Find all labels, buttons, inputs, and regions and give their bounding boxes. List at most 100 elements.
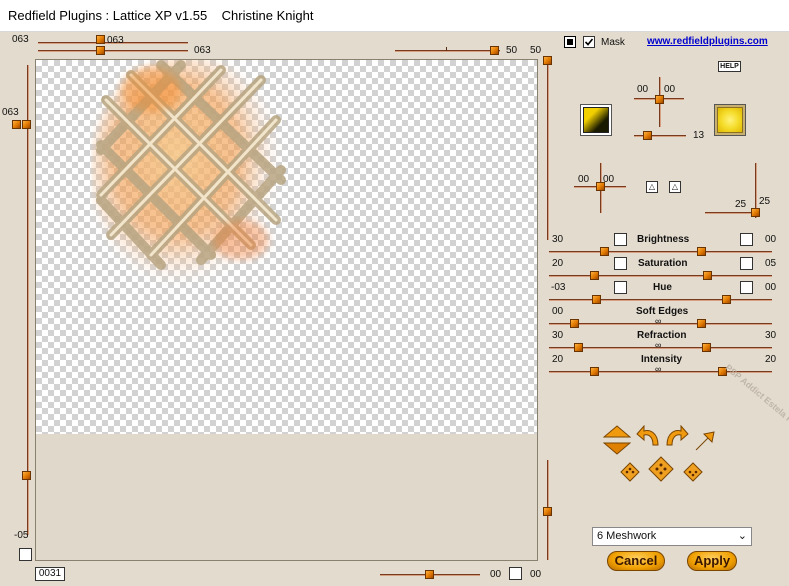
left-slider-top-value: 063 — [2, 107, 19, 118]
brightness-knob-right[interactable] — [697, 247, 706, 256]
soft-edges-knob-right[interactable] — [697, 319, 706, 328]
mask-color-swatch[interactable] — [564, 36, 576, 48]
intensity-label: Intensity — [641, 354, 683, 365]
preview-canvas[interactable] — [35, 59, 538, 561]
intensity-right-value: 20 — [765, 354, 777, 365]
saturation-right-checkbox[interactable] — [740, 257, 753, 270]
brightness-knob-left[interactable] — [600, 247, 609, 256]
right-canvas-slider-knob-top[interactable] — [543, 56, 552, 65]
triangle-up-icon[interactable]: △ — [646, 181, 658, 193]
soft-edges-label: Soft Edges — [636, 306, 689, 317]
zoom-value: 00 — [490, 569, 502, 580]
saturation-left-value: 20 — [552, 258, 564, 269]
cancel-button[interactable]: Cancel — [607, 551, 665, 571]
left-slider-knob-a[interactable] — [12, 120, 21, 129]
top-slider-value: 063 — [194, 45, 211, 56]
random-dice-large-icon[interactable] — [648, 456, 674, 482]
top-right-value-b: 50 — [530, 45, 542, 56]
intensity-link-icon[interactable]: ∞ — [655, 364, 661, 374]
saturation-left-checkbox[interactable] — [614, 257, 627, 270]
expand-arrow-icon[interactable] — [694, 430, 716, 452]
soft-edges-link-icon[interactable]: ∞ — [655, 316, 661, 326]
apply-button[interactable]: Apply — [687, 551, 737, 571]
rotate-right-icon[interactable] — [663, 425, 689, 447]
left-checkbox[interactable] — [19, 548, 32, 561]
hue-left-checkbox[interactable] — [614, 281, 627, 294]
zoom-value-b: 00 — [530, 569, 542, 580]
brightness-right-value: 00 — [765, 234, 777, 245]
left-slider-knob-b[interactable] — [22, 120, 31, 129]
bevel-value-b: 25 — [759, 196, 771, 207]
bevel-value-a: 25 — [735, 199, 747, 210]
random-dice-small-left-icon[interactable] — [620, 462, 640, 482]
refraction-left-value: 30 — [552, 330, 564, 341]
lattice-color-swatch[interactable] — [580, 104, 612, 136]
right-canvas-slider-knob-bottom[interactable] — [543, 507, 552, 516]
checkmark-icon — [584, 38, 594, 46]
top-slider-knob-1[interactable] — [96, 35, 105, 44]
intensity-left-value: 20 — [552, 354, 564, 365]
light-color-swatch[interactable] — [714, 104, 746, 136]
title-bar: Redfield Plugins : Lattice XP v1.55 Chri… — [0, 0, 789, 32]
right-canvas-slider-track-top — [547, 60, 549, 240]
brightness-left-value: 30 — [552, 234, 564, 245]
hue-left-value: -03 — [551, 282, 566, 293]
refraction-right-value: 30 — [765, 330, 777, 341]
saturation-track — [549, 275, 772, 277]
brightness-label: Brightness — [637, 234, 690, 245]
light-slider-knob[interactable] — [643, 131, 652, 140]
soft-edges-left-value: 00 — [552, 306, 564, 317]
soft-edges-knob-left[interactable] — [570, 319, 579, 328]
light-cross-top-value: 00 — [637, 84, 649, 95]
saturation-knob-right[interactable] — [703, 271, 712, 280]
refraction-link-icon[interactable]: ∞ — [655, 340, 661, 350]
triangle-up-outline-icon[interactable]: △ — [669, 181, 681, 193]
refraction-knob-left[interactable] — [574, 343, 583, 352]
saturation-knob-left[interactable] — [590, 271, 599, 280]
saturation-label: Saturation — [638, 258, 688, 269]
bevel-cross-left-value: 00 — [578, 174, 590, 185]
hue-track — [549, 299, 772, 301]
window-title: Redfield Plugins : Lattice XP v1.55 Chri… — [8, 8, 314, 23]
bevel-cross-top-value: 00 — [603, 174, 615, 185]
brightness-right-checkbox[interactable] — [740, 233, 753, 246]
light-slider-track — [634, 135, 686, 137]
top-slider-left-label: 063 — [12, 34, 29, 45]
left-slider-bottom-value: -05 — [14, 530, 29, 541]
light-cross-right-value: 00 — [664, 84, 676, 95]
top-slider-knob-2[interactable] — [96, 46, 105, 55]
help-button[interactable]: HELP — [718, 61, 741, 72]
brightness-left-checkbox[interactable] — [614, 233, 627, 246]
top-right-slider-track — [395, 50, 500, 52]
hue-right-value: 00 — [765, 282, 777, 293]
refraction-knob-right[interactable] — [702, 343, 711, 352]
hue-knob-left[interactable] — [592, 295, 601, 304]
light-cross-knob[interactable] — [655, 95, 664, 104]
left-slider-knob-c[interactable] — [22, 471, 31, 480]
random-dice-small-right-icon[interactable] — [683, 462, 703, 482]
bevel-depth-knob[interactable] — [751, 208, 760, 217]
preset-selected-value: 6 Meshwork — [597, 530, 657, 542]
zoom-slider-knob[interactable] — [425, 570, 434, 579]
left-slider-track — [27, 65, 29, 535]
flip-vertical-icon[interactable] — [603, 425, 631, 455]
refraction-label: Refraction — [637, 330, 687, 341]
hue-label: Hue — [653, 282, 672, 293]
preset-dropdown[interactable]: 6 Meshwork ⌄ — [592, 527, 752, 546]
mask-checkbox[interactable] — [583, 36, 595, 48]
watermark-text: PSP Addict Estela Fonseca — [723, 362, 789, 445]
mask-label: Mask — [601, 37, 625, 48]
intensity-knob-left[interactable] — [590, 367, 599, 376]
top-right-slider-knob[interactable] — [490, 46, 499, 55]
light-slider-value: 13 — [693, 130, 705, 141]
hue-knob-right[interactable] — [722, 295, 731, 304]
website-link[interactable]: www.redfieldplugins.com — [647, 36, 768, 47]
top-slider-track-2 — [38, 50, 188, 52]
zoom-checkbox[interactable] — [509, 567, 522, 580]
hue-right-checkbox[interactable] — [740, 281, 753, 294]
rotate-left-icon[interactable] — [636, 425, 662, 447]
top-right-slider-tick — [446, 47, 447, 51]
brightness-track — [549, 251, 772, 253]
bevel-depth-horizontal — [705, 212, 757, 214]
frame-counter: 0031 — [35, 567, 65, 581]
